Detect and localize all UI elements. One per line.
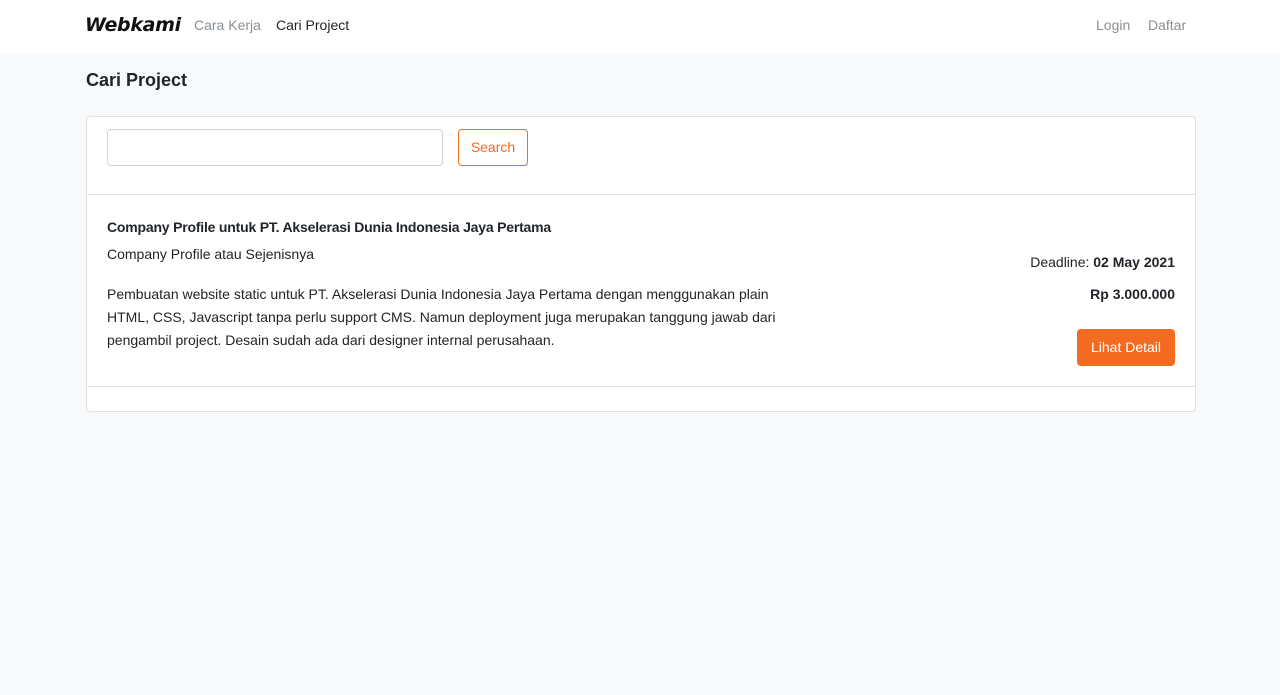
project-price: Rp 3.000.000	[1090, 286, 1175, 302]
project-title: Company Profile untuk PT. Akselerasi Dun…	[107, 219, 551, 235]
deadline-label: Deadline:	[1030, 254, 1094, 270]
search-button[interactable]: Search	[458, 129, 528, 166]
search-input[interactable]	[107, 129, 443, 166]
search-bar: Search	[87, 117, 1195, 195]
top-navbar: Webkami Cara Kerja Cari Project Login Da…	[0, 0, 1280, 54]
brand-logo[interactable]: Webkami	[85, 14, 181, 36]
project-category: Company Profile atau Sejenisnya	[107, 246, 315, 262]
page-title: Cari Project	[86, 70, 188, 90]
deadline-value: 02 May 2021	[1093, 254, 1175, 270]
daftar-link[interactable]: Daftar	[1148, 17, 1186, 33]
project-description: Pembuatan website static untuk PT. Aksel…	[107, 286, 776, 348]
nav-link-cara-kerja[interactable]: Cara Kerja	[194, 17, 261, 33]
nav-link-cari-project[interactable]: Cari Project	[276, 17, 349, 33]
lihat-detail-button[interactable]: Lihat Detail	[1077, 329, 1175, 366]
project-deadline: Deadline: 02 May 2021	[1030, 254, 1175, 270]
project-list-item: Company Profile untuk PT. Akselerasi Dun…	[87, 195, 1195, 387]
login-link[interactable]: Login	[1096, 17, 1130, 33]
project-list-card: Search Company Profile untuk PT. Akseler…	[86, 116, 1196, 412]
